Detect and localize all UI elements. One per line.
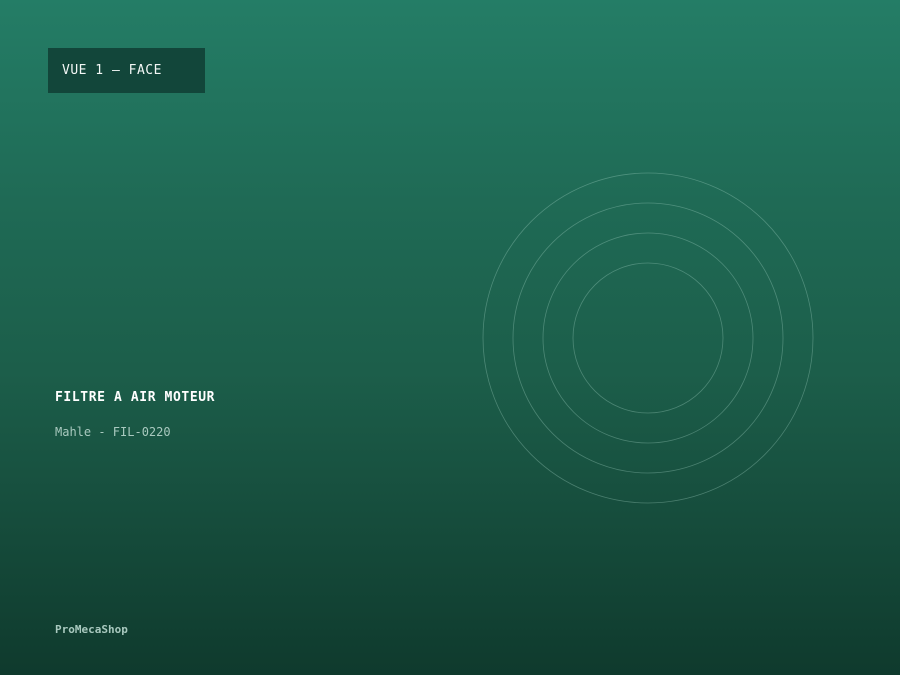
ring-third <box>542 232 754 444</box>
product-title: FILTRE A AIR MOTEUR <box>55 390 216 405</box>
ring-outer <box>482 172 814 504</box>
brand-name: ProMecaShop <box>55 623 128 636</box>
view-label-text: VUE 1 — FACE <box>62 63 162 78</box>
ring-second <box>512 202 784 474</box>
ring-inner <box>572 262 724 414</box>
concentric-circles-filter-icon <box>482 172 814 504</box>
product-subtitle: Mahle - FIL-0220 <box>55 425 171 439</box>
view-label-badge: VUE 1 — FACE <box>48 48 205 93</box>
